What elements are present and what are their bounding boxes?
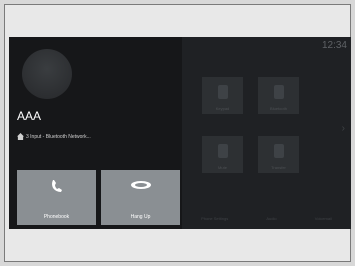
tile-label: Mute [218, 165, 227, 170]
tile-label: Transfer [271, 165, 286, 170]
keypad-icon [217, 85, 228, 99]
avatar [22, 49, 72, 99]
call-panel: AAA 3 Input - Bluetooth Network... Phone… [9, 37, 182, 229]
mute-icon [217, 144, 228, 158]
bottom-item-mid[interactable]: Audio [266, 216, 276, 221]
transfer-icon [273, 144, 284, 158]
phonebook-label: Phonebook [43, 214, 70, 220]
phone-call-screen: AAA 3 Input - Bluetooth Network... Phone… [9, 37, 351, 229]
hangup-icon [130, 181, 151, 189]
call-status-text: 3 Input - Bluetooth Network... [26, 133, 91, 140]
home-icon [17, 133, 24, 140]
contact-name: AAA [17, 109, 42, 123]
tile-label: Bluetooth [270, 106, 287, 111]
tile-mute[interactable]: Mute [202, 136, 243, 173]
hangup-label: Hang Up [130, 214, 151, 220]
tile-transfer[interactable]: Transfer [258, 136, 299, 173]
tile-keypad[interactable]: Keypad [202, 77, 243, 114]
bottom-item-left[interactable]: Phone Settings [201, 216, 228, 221]
handset-icon [51, 180, 62, 192]
hangup-button[interactable]: Hang Up [101, 170, 180, 225]
bottom-bar: Phone Settings Audio Voicemail [182, 207, 351, 229]
status-bar: 12:34 [182, 37, 351, 53]
bluetooth-icon [273, 85, 284, 99]
clock: 12:34 [321, 39, 347, 51]
phonebook-button[interactable]: Phonebook [17, 170, 96, 225]
call-status: 3 Input - Bluetooth Network... [17, 133, 91, 140]
tile-label: Keypad [215, 106, 230, 111]
tile-bluetooth[interactable]: Bluetooth [258, 77, 299, 114]
chevron-right-icon[interactable]: › [342, 123, 345, 134]
bottom-item-right[interactable]: Voicemail [315, 216, 332, 221]
phone-menu-panel: 12:34 Keypad Bluetooth Mute Transfer › P… [182, 37, 351, 229]
